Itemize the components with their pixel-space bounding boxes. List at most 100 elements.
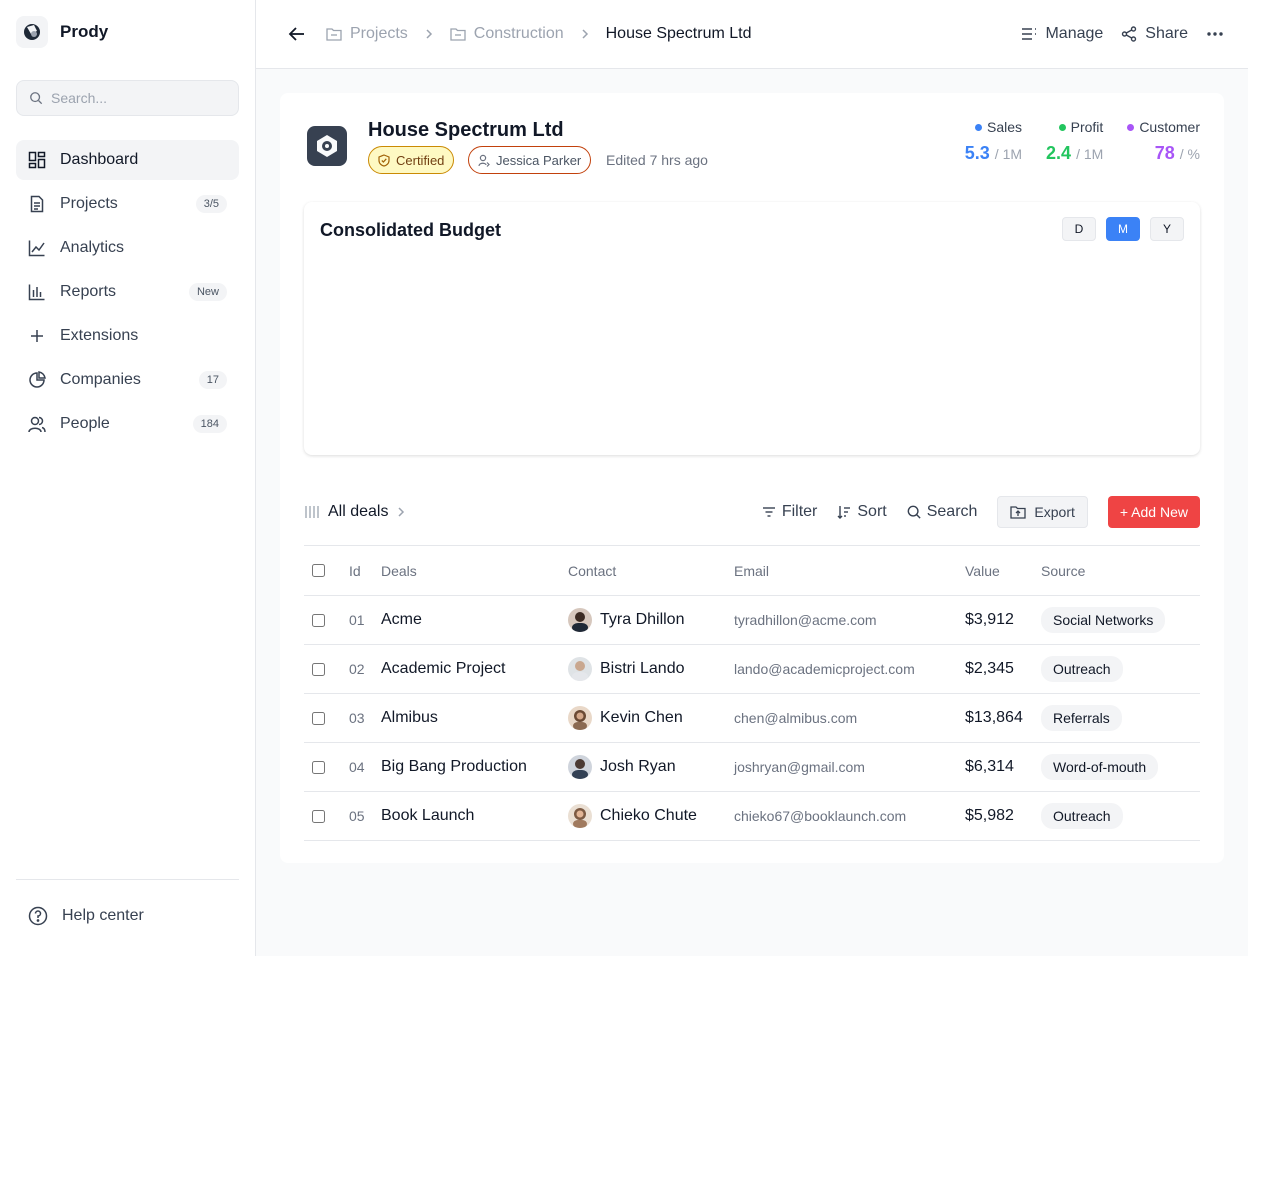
contact-cell[interactable]: Kevin Chen: [568, 694, 683, 742]
new-badge: New: [188, 283, 227, 301]
consolidated-budget-panel: Consolidated Budget D M Y: [304, 202, 1200, 455]
sidebar-item-analytics[interactable]: Analytics: [16, 228, 239, 268]
sidebar-item-companies[interactable]: Companies 17: [16, 360, 239, 400]
search-button[interactable]: Search: [907, 503, 977, 521]
sidebar-item-label: Projects: [60, 195, 118, 212]
select-all-checkbox[interactable]: [312, 546, 325, 595]
stat-unit: / 1M: [994, 146, 1023, 162]
contact-email[interactable]: chieko67@booklaunch.com: [734, 792, 906, 840]
owner-chip[interactable]: Jessica Parker: [468, 146, 592, 174]
add-new-button[interactable]: + Add New: [1107, 496, 1200, 528]
column-header-email[interactable]: Email: [734, 546, 769, 595]
brand[interactable]: Prody: [16, 16, 108, 48]
column-header-value[interactable]: Value: [965, 546, 1000, 595]
column-header-contact[interactable]: Contact: [568, 546, 616, 595]
deals-actions: Filter Sort Search Export + Add New: [742, 496, 1200, 528]
table-row[interactable]: 04 Big Bang Production Josh Ryan joshrya…: [304, 743, 1200, 792]
sidebar-item-dashboard[interactable]: Dashboard: [16, 140, 239, 180]
contact-email[interactable]: joshryan@gmail.com: [734, 743, 865, 791]
shield-check-icon: [378, 153, 390, 167]
table-header: Id Deals Contact Email Value Source: [304, 546, 1200, 596]
manage-icon: [1022, 28, 1037, 40]
page-title: House Spectrum Ltd: [368, 119, 564, 141]
deals-toolbar: All deals Filter Sort Search Export + Ad…: [304, 496, 1200, 528]
contact-cell[interactable]: Josh Ryan: [568, 743, 676, 791]
contact-email[interactable]: tyradhillon@acme.com: [734, 596, 877, 644]
sidebar-item-extensions[interactable]: Extensions: [16, 316, 239, 356]
row-checkbox[interactable]: [312, 743, 325, 791]
company-logo-icon: [307, 126, 347, 166]
contact-email[interactable]: lando@academicproject.com: [734, 645, 915, 693]
top-bar: Projects Construction House Spectrum Ltd…: [256, 0, 1248, 69]
contact-email[interactable]: chen@almibus.com: [734, 694, 857, 742]
sidebar-item-reports[interactable]: Reports New: [16, 272, 239, 312]
deal-name[interactable]: Academic Project: [381, 645, 506, 693]
period-year-button[interactable]: Y: [1150, 217, 1184, 241]
contact-name: Josh Ryan: [600, 758, 676, 775]
sidebar-item-label: People: [60, 415, 110, 432]
deal-name[interactable]: Almibus: [381, 694, 438, 742]
column-header-deals[interactable]: Deals: [381, 546, 417, 595]
count-badge: 3/5: [195, 195, 227, 213]
deal-name[interactable]: Acme: [381, 596, 422, 644]
deals-table: Id Deals Contact Email Value Source 01 A…: [304, 545, 1200, 841]
avatar: [568, 706, 592, 730]
deal-id: 05: [349, 808, 365, 824]
count-badge: 17: [198, 371, 227, 389]
contact-cell[interactable]: Bistri Lando: [568, 645, 685, 693]
avatar: [568, 804, 592, 828]
deal-name[interactable]: Book Launch: [381, 792, 474, 840]
row-checkbox[interactable]: [312, 792, 325, 840]
sidebar-item-projects[interactable]: Projects 3/5: [16, 184, 239, 224]
table-row[interactable]: 01 Acme Tyra Dhillon tyradhillon@acme.co…: [304, 596, 1200, 645]
period-month-button[interactable]: M: [1106, 217, 1140, 241]
breadcrumb-projects[interactable]: Projects: [326, 25, 408, 43]
column-header-source[interactable]: Source: [1041, 546, 1085, 595]
contact-cell[interactable]: Tyra Dhillon: [568, 596, 684, 644]
source-tag: Outreach: [1041, 656, 1123, 682]
table-row[interactable]: 05 Book Launch Chieko Chute chieko67@boo…: [304, 792, 1200, 841]
sidebar-item-label: Companies: [60, 371, 141, 388]
deal-id: 02: [349, 661, 365, 677]
line-chart-icon: [28, 240, 45, 257]
period-day-button[interactable]: D: [1062, 217, 1096, 241]
filter-button[interactable]: Filter: [762, 503, 817, 521]
stat-unit: / %: [1179, 146, 1200, 162]
chevron-right-icon: [582, 29, 588, 39]
row-checkbox[interactable]: [312, 645, 325, 693]
source-tag: Referrals: [1041, 705, 1122, 731]
sidebar-search[interactable]: [16, 80, 239, 116]
row-checkbox[interactable]: [312, 694, 325, 742]
deal-value: $6,314: [965, 758, 1014, 775]
sidebar-search-input[interactable]: [51, 90, 231, 106]
help-center-link[interactable]: Help center: [16, 896, 239, 936]
source-cell: Outreach: [1041, 792, 1123, 840]
export-button[interactable]: Export: [997, 496, 1088, 528]
source-cell: Outreach: [1041, 645, 1123, 693]
share-button[interactable]: Share: [1121, 25, 1188, 43]
deal-name[interactable]: Big Bang Production: [381, 743, 527, 791]
stat-unit: / 1M: [1076, 146, 1104, 162]
back-arrow-icon[interactable]: [288, 25, 306, 43]
column-header-id[interactable]: Id: [349, 546, 361, 595]
contact-cell[interactable]: Chieko Chute: [568, 792, 697, 840]
budget-title: Consolidated Budget: [320, 220, 501, 240]
brand-name: Prody: [60, 22, 109, 41]
table-row[interactable]: 02 Academic Project Bistri Lando lando@a…: [304, 645, 1200, 694]
contact-name: Chieko Chute: [600, 807, 697, 824]
all-deals-view[interactable]: All deals: [304, 496, 406, 528]
avatar: [568, 608, 592, 632]
deal-value: $3,912: [965, 611, 1014, 628]
more-options-icon[interactable]: [1206, 31, 1224, 37]
search-icon: [907, 505, 921, 519]
sort-button[interactable]: Sort: [837, 503, 887, 521]
row-checkbox[interactable]: [312, 596, 325, 644]
columns-icon: [305, 506, 319, 518]
sidebar-item-people[interactable]: People 184: [16, 404, 239, 444]
manage-button[interactable]: Manage: [1021, 25, 1103, 43]
breadcrumb-construction[interactable]: Construction: [450, 25, 564, 43]
table-row[interactable]: 03 Almibus Kevin Chen chen@almibus.com $…: [304, 694, 1200, 743]
sort-icon: [837, 506, 851, 519]
customer-dot: [1127, 123, 1135, 131]
sidebar-divider: [16, 879, 239, 880]
